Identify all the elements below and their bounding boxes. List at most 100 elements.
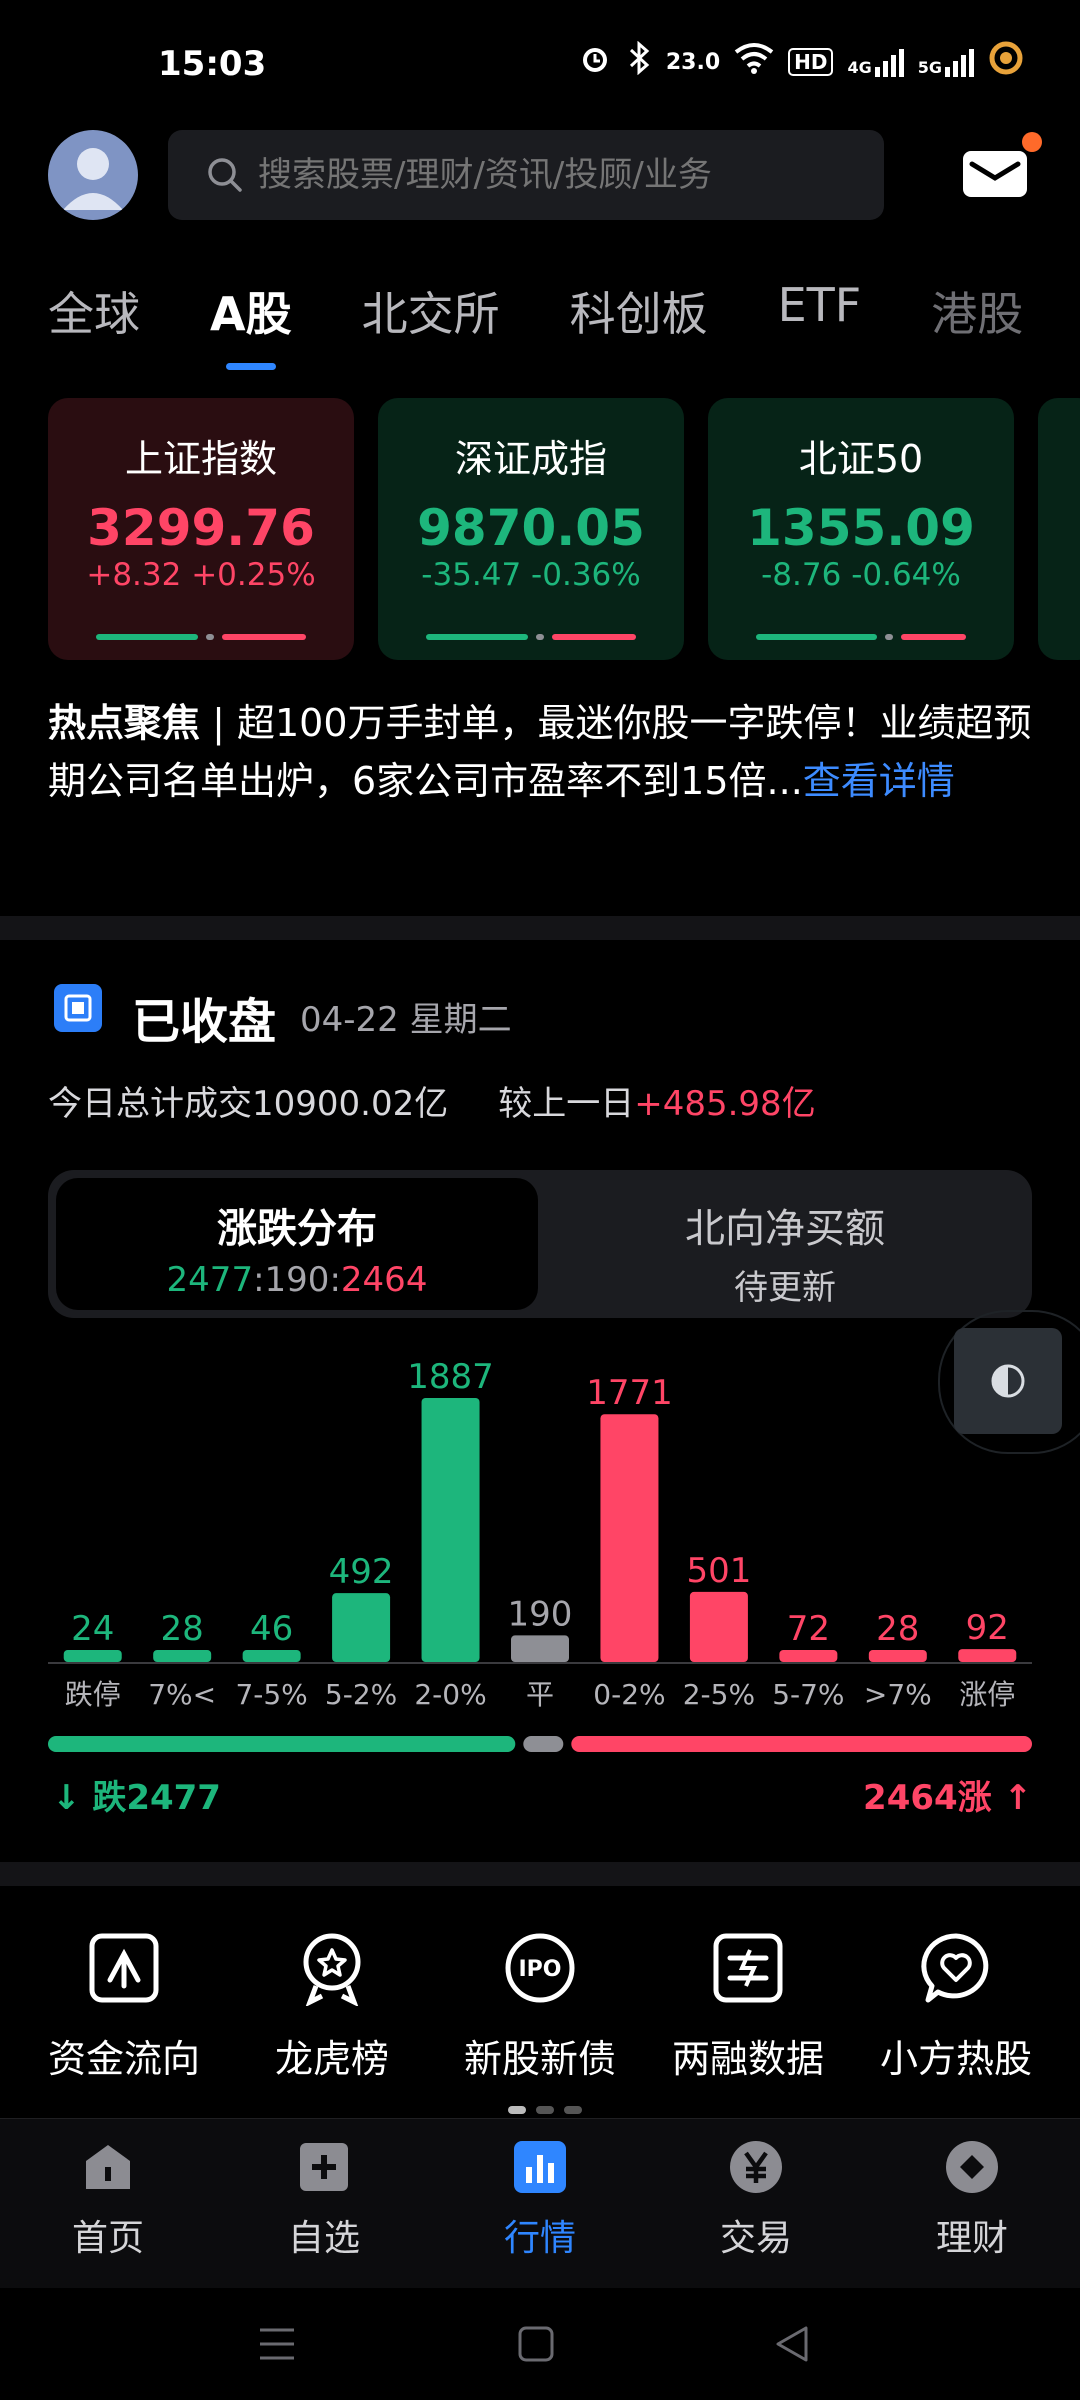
- shortcut-hot-stocks[interactable]: 小方热股: [861, 1930, 1051, 2083]
- ratio-down: 2477: [166, 1260, 254, 1300]
- chart-value-label: 501: [686, 1551, 751, 1591]
- search-input[interactable]: [256, 154, 860, 196]
- index-name: 上证指数: [124, 437, 277, 481]
- segment-northbound-net-buy[interactable]: 北向净买额 待更新: [550, 1178, 1020, 1310]
- bar-flat-part: [884, 634, 893, 640]
- hd-badge: HD: [788, 48, 834, 76]
- index-change: -8.76 -0.64%: [761, 557, 961, 593]
- chart-value-label: 28: [161, 1609, 204, 1649]
- ratio-flat: 190: [264, 1260, 330, 1300]
- compare-value: +485.98亿: [634, 1084, 816, 1124]
- bar-down-part: [96, 634, 199, 640]
- tab-bse[interactable]: 北交所: [362, 278, 500, 344]
- ratio-sep: :: [253, 1260, 265, 1300]
- signal-4g-icon: 4G: [847, 47, 904, 77]
- signal-5g-icon: 5G: [918, 47, 974, 77]
- shortcut-fund-flow[interactable]: 资金流向: [29, 1930, 219, 2083]
- chart-category-label: 5-2%: [325, 1678, 397, 1711]
- hot-news[interactable]: 热点聚焦 | 超100万手封单，最迷你股一字跌停！业绩超预期公司名单出炉，6家公…: [48, 694, 1038, 810]
- bar-flat-part: [206, 634, 215, 640]
- tab-star-market[interactable]: 科创板: [570, 278, 708, 344]
- index-change: -35.47 -0.36%: [421, 557, 641, 593]
- nav-watchlist[interactable]: 自选: [234, 2119, 414, 2289]
- tab-hk[interactable]: 港股: [931, 278, 1023, 344]
- network-speed: 23.0: [665, 49, 721, 75]
- home-icon: [86, 2145, 130, 2189]
- market-date: 04-22 星期二: [300, 1000, 512, 1040]
- nav-label: 交易: [719, 2218, 792, 2259]
- index-breadth-bar: [96, 634, 306, 640]
- back-icon[interactable]: [772, 2324, 812, 2364]
- bar-down-part: [756, 634, 877, 640]
- segment-left-ratio: 2477:190:2464: [56, 1260, 538, 1300]
- tab-etf[interactable]: ETF: [778, 278, 862, 344]
- nav-label: 行情: [503, 2218, 576, 2259]
- turnover-label: 今日总计成交: [48, 1084, 252, 1124]
- segment-rise-fall-distribution[interactable]: 涨跌分布 2477:190:2464: [56, 1178, 538, 1310]
- mail-button[interactable]: [960, 148, 1030, 200]
- turnover-summary: 今日总计成交10900.02亿 较上一日+485.98亿: [48, 1076, 816, 1125]
- shortcut-label: 资金流向: [47, 2037, 200, 2081]
- shortcut-margin-data[interactable]: 两融数据: [653, 1930, 843, 2083]
- tab-a-share[interactable]: A股: [210, 278, 292, 370]
- turnover-value: 10900.02亿: [252, 1084, 449, 1124]
- index-breadth-bar: [756, 634, 966, 640]
- shortcut-dragon-tiger[interactable]: 龙虎榜: [237, 1930, 427, 2083]
- pager-dot: [536, 2106, 554, 2114]
- nav-market[interactable]: 行情: [450, 2119, 630, 2289]
- chart-category-label: 0-2%: [593, 1678, 665, 1711]
- breadth-up-segment: [571, 1736, 1032, 1752]
- nav-home[interactable]: 首页: [18, 2119, 198, 2289]
- market-tabs: 全球 A股 北交所 科创板 ETF 港股: [48, 278, 1080, 370]
- chart-value-label: 190: [508, 1594, 573, 1634]
- alarm-icon: [578, 41, 612, 83]
- index-name: 深证成指: [454, 437, 607, 481]
- mail-icon: [963, 151, 1027, 197]
- bar-up-part: [222, 634, 306, 640]
- nav-wealth[interactable]: 理财: [882, 2119, 1062, 2289]
- chart-category-label: >7%: [864, 1678, 932, 1711]
- ratio-sep: :: [329, 1260, 341, 1300]
- hot-stock-icon: [921, 1933, 989, 2003]
- chart-value-label: 28: [876, 1609, 919, 1649]
- shortcut-label: 小方热股: [879, 2037, 1032, 2081]
- nav-label: 理财: [935, 2218, 1008, 2259]
- search-icon: [206, 156, 244, 194]
- chart-bar: [958, 1649, 1017, 1662]
- segment-right-sub: 待更新: [734, 1268, 836, 1308]
- nav-trade[interactable]: 交易: [666, 2119, 846, 2289]
- half-circle-icon: [991, 1364, 1025, 1398]
- section-divider: [0, 916, 1080, 940]
- nav-label: 自选: [287, 2218, 360, 2259]
- chart-value-label: 24: [71, 1609, 114, 1649]
- arrow-down-icon: ↓: [52, 1778, 93, 1818]
- index-change: +8.32 +0.25%: [86, 557, 316, 593]
- index-card-partial[interactable]: [1038, 398, 1080, 660]
- market-status-title: 已收盘: [132, 994, 277, 1050]
- floating-theme-button[interactable]: [954, 1328, 1062, 1434]
- index-card-shenzhen[interactable]: 深证成指 9870.05 -35.47 -0.36%: [378, 398, 684, 660]
- menu-icon[interactable]: [256, 2324, 298, 2364]
- chart-bar: [600, 1414, 659, 1662]
- index-card-bse50[interactable]: 北证50 1355.09 -8.76 -0.64%: [708, 398, 1014, 660]
- battery-icon: [988, 40, 1024, 84]
- status-icons: 23.0 HD 4G 5G: [578, 40, 1024, 84]
- shortcut-ipo[interactable]: IPO 新股新债: [445, 1930, 635, 2083]
- pager-dot-active: [508, 2106, 526, 2114]
- index-card-shanghai[interactable]: 上证指数 3299.76 +8.32 +0.25%: [48, 398, 354, 660]
- margin-data-icon: [713, 1933, 783, 2003]
- tab-global[interactable]: 全球: [48, 278, 140, 344]
- bar-flat-part: [536, 634, 545, 640]
- chart-value-label: 492: [329, 1552, 394, 1592]
- bar-down-part: [426, 634, 529, 640]
- chart-bar: [63, 1650, 122, 1662]
- rise-fall-distribution-chart: 24 跌停 28 7%< 46 7-5% 492 5-2% 1887 2-0% 190 平 1771 0-…: [48, 1357, 1032, 1711]
- index-name: 北证50: [798, 437, 924, 481]
- ipo-icon: IPO: [505, 1933, 575, 2003]
- search-box[interactable]: [168, 130, 884, 220]
- news-detail-link[interactable]: 查看详情: [803, 759, 955, 803]
- chart-category-label: 涨停: [959, 1678, 1015, 1711]
- market-status-icon: [54, 984, 102, 1032]
- avatar[interactable]: [48, 130, 138, 220]
- home-square-icon[interactable]: [516, 2324, 556, 2364]
